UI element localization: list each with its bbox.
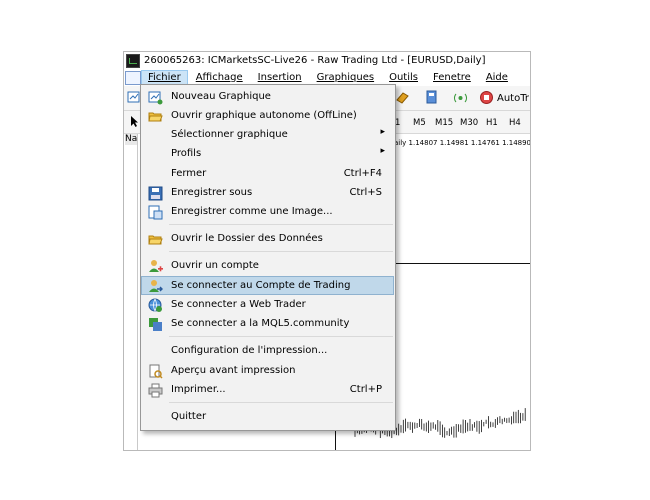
- menu-separator: [169, 224, 393, 225]
- menu-item-label: Enregistrer comme une Image...: [171, 206, 333, 217]
- menu-item-fermer[interactable]: Fermer Ctrl+F4: [142, 165, 394, 184]
- save-image-icon: [148, 205, 163, 220]
- menu-item-selectionner-graphique[interactable]: Sélectionner graphique ▸: [142, 126, 394, 145]
- menu-item-label: Configuration de l'impression...: [171, 345, 328, 356]
- window-title: 260065263: ICMarketsSC-Live26 - Raw Trad…: [144, 55, 486, 66]
- menu-item-quitter[interactable]: Quitter: [142, 408, 394, 427]
- login-account-icon: [149, 280, 163, 292]
- menu-item-shortcut: Ctrl+S: [349, 187, 382, 198]
- timeframe-h1[interactable]: H1: [486, 118, 498, 128]
- submenu-arrow-icon: ▸: [380, 127, 385, 137]
- menu-item-dossier-donnees[interactable]: Ouvrir le Dossier des Données: [142, 230, 394, 249]
- print-preview-icon: [149, 364, 163, 379]
- autotrading-toolbar-icon[interactable]: [479, 90, 494, 105]
- menu-item-nouveau-graphique[interactable]: Nouveau Graphique: [142, 88, 394, 107]
- timeframe-m15[interactable]: M15: [435, 118, 453, 128]
- file-menu-dropdown: Nouveau Graphique Ouvrir graphique auton…: [140, 84, 396, 431]
- metatrader-app-icon: [126, 53, 140, 68]
- menu-item-shortcut: Ctrl+F4: [343, 168, 382, 179]
- printer-icon: [148, 383, 163, 398]
- new-chart-icon: [148, 91, 163, 105]
- title-bar[interactable]: 260065263: ICMarketsSC-Live26 - Raw Trad…: [124, 52, 530, 69]
- menu-item-label: Nouveau Graphique: [171, 91, 271, 102]
- menu-item-label: Imprimer...: [171, 384, 226, 395]
- submenu-arrow-icon: ▸: [380, 146, 385, 156]
- menu-item-apercu-impression[interactable]: Aperçu avant impression: [142, 362, 394, 381]
- chart-ohlc-header: aily 1.14807 1.14981 1.14761 1.14890: [394, 139, 531, 147]
- menu-item-connecter-compte-trading[interactable]: Se connecter au Compte de Trading: [141, 276, 394, 295]
- menu-item-ouvrir-offline[interactable]: Ouvrir graphique autonome (OffLine): [142, 107, 394, 126]
- data-folder-icon: [148, 235, 163, 245]
- menu-item-enregistrer-sous[interactable]: Enregistrer sous Ctrl+S: [142, 184, 394, 203]
- navigator-panel[interactable]: [124, 134, 138, 450]
- menu-item-label: Ouvrir un compte: [171, 260, 259, 271]
- menu-separator: [169, 251, 393, 252]
- script-toolbar-icon[interactable]: [395, 90, 410, 105]
- menu-item-imprimer[interactable]: Imprimer... Ctrl+P: [142, 381, 394, 400]
- menu-item-label: Se connecter a la MQL5.community: [171, 318, 350, 329]
- timeframe-h4[interactable]: H4: [509, 118, 521, 128]
- menu-separator: [169, 336, 393, 337]
- menu-item-label: Profils: [171, 148, 202, 159]
- menu-item-label: Sélectionner graphique: [171, 129, 288, 140]
- menu-item-label: Enregistrer sous: [171, 187, 253, 198]
- menu-item-label: Aperçu avant impression: [171, 365, 296, 376]
- menu-item-configuration-impression[interactable]: Configuration de l'impression...: [142, 342, 394, 361]
- signal-toolbar-icon[interactable]: [453, 90, 468, 105]
- navigator-tab[interactable]: Na: [125, 134, 137, 145]
- market-watch-toolbar-icon[interactable]: [424, 90, 439, 105]
- menu-item-profils[interactable]: Profils ▸: [142, 145, 394, 164]
- web-trader-icon: [148, 298, 162, 312]
- menu-item-enregistrer-image[interactable]: Enregistrer comme une Image...: [142, 203, 394, 222]
- chart-window-icon[interactable]: [125, 70, 141, 85]
- menu-item-label: Se connecter a Web Trader: [171, 299, 306, 310]
- timeframe-m30[interactable]: M30: [460, 118, 478, 128]
- menu-item-web-trader[interactable]: Se connecter a Web Trader: [142, 296, 394, 315]
- menu-fenetre[interactable]: Fenetre: [426, 70, 478, 86]
- menu-item-label: Ouvrir le Dossier des Données: [171, 233, 323, 244]
- autotrading-label[interactable]: AutoTr: [497, 93, 529, 104]
- menu-item-label: Se connecter au Compte de Trading: [171, 280, 351, 291]
- open-folder-icon: [148, 112, 163, 122]
- add-account-icon: [149, 260, 163, 272]
- menu-item-mql5-community[interactable]: Se connecter a la MQL5.community: [142, 315, 394, 334]
- menu-aide[interactable]: Aide: [479, 70, 515, 86]
- menu-item-shortcut: Ctrl+P: [349, 384, 382, 395]
- menu-item-label: Fermer: [171, 168, 207, 179]
- menu-item-label: Ouvrir graphique autonome (OffLine): [171, 110, 357, 121]
- save-icon: [148, 186, 163, 201]
- timeframe-m5[interactable]: M5: [413, 118, 426, 128]
- menu-item-label: Quitter: [171, 411, 207, 422]
- chart-subwindow-divider: [394, 263, 530, 264]
- menu-separator: [169, 402, 393, 403]
- menu-item-ouvrir-compte[interactable]: Ouvrir un compte: [142, 257, 394, 276]
- mql5-community-icon: [149, 318, 162, 331]
